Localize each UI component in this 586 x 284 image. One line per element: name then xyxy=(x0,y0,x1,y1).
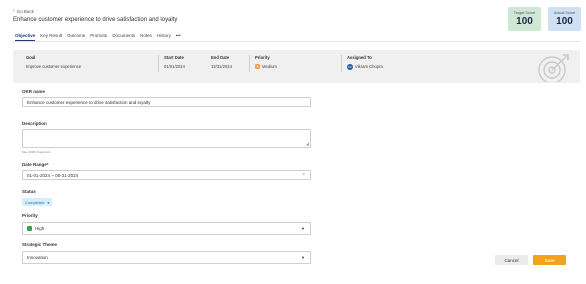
strategic-theme-value: Innovation xyxy=(27,255,48,260)
assigned-to-value: Vikram Chopra xyxy=(355,64,383,70)
description-textarea[interactable]: ◢ xyxy=(22,129,311,148)
go-back-link[interactable]: ‹ Go Back xyxy=(13,8,34,15)
date-range-value: 01-01-2024 ~ 05-31-2024 xyxy=(27,172,79,178)
tab-promote[interactable]: Promote xyxy=(90,33,107,41)
target-icon xyxy=(538,54,569,82)
tab-notes[interactable]: Notes xyxy=(140,33,152,41)
caret-down-icon: ▼ xyxy=(301,226,305,231)
assigned-summary: Assigned To VC Vikram Chopra xyxy=(347,55,383,70)
goal-summary: Goal Improve customer experience xyxy=(26,55,81,69)
status-label: Status xyxy=(22,189,36,194)
priority-field-label: Priority xyxy=(22,213,38,218)
status-value: Completed xyxy=(25,199,45,205)
actual-score-card: Actual Score 100 xyxy=(548,7,581,31)
summary-divider xyxy=(341,55,342,72)
summary-divider xyxy=(158,55,159,72)
okr-form: OKR name Enhance customer experience to … xyxy=(13,84,580,271)
resize-handle-icon[interactable]: ◢ xyxy=(306,142,309,146)
cancel-button[interactable]: Cancel xyxy=(495,255,528,265)
priority-label: Priority xyxy=(255,55,270,60)
end-date-label: End Date xyxy=(211,55,230,60)
priority-summary: Priority ▲ Medium xyxy=(255,55,277,70)
actual-score-value: 100 xyxy=(556,16,573,27)
okr-summary-panel: Goal Improve customer experience Start D… xyxy=(13,50,580,83)
tab-outcome[interactable]: Outcome xyxy=(67,33,85,41)
tab-history[interactable]: History xyxy=(157,33,171,41)
goal-label: Goal xyxy=(26,55,36,60)
goal-value: Improve customer experience xyxy=(26,64,82,69)
clear-icon[interactable]: × xyxy=(302,172,305,178)
priority-value: Medium xyxy=(262,64,277,69)
okr-name-label: OKR name xyxy=(22,89,46,94)
actual-score-label: Actual Score xyxy=(553,11,576,15)
start-date-summary: Start Date 01/01/2024 xyxy=(164,55,185,69)
tab-key-result[interactable]: Key Result xyxy=(40,33,62,41)
tab-bar: Objective Key Result Outcome Promote Doc… xyxy=(15,33,181,41)
chevron-down-icon: ▾ xyxy=(47,199,50,205)
date-range-input[interactable]: 01-01-2024 ~ 05-31-2024 × xyxy=(22,170,311,180)
description-label: Description xyxy=(22,121,47,126)
end-date-summary: End Date 12/31/2024 xyxy=(211,55,232,69)
go-back-label: Go Back xyxy=(16,9,34,14)
summary-divider xyxy=(249,55,250,72)
priority-select[interactable]: High ▼ xyxy=(22,222,311,235)
status-dropdown[interactable]: Completed ▾ xyxy=(22,198,53,206)
target-score-card: Target Score 100 xyxy=(508,7,541,31)
priority-select-value: High xyxy=(35,226,45,231)
save-button[interactable]: Save xyxy=(533,255,566,265)
tab-documents[interactable]: Documents xyxy=(112,33,135,41)
assigned-to-label: Assigned To xyxy=(347,55,372,60)
tab-objective[interactable]: Objective xyxy=(15,33,36,41)
priority-high-icon xyxy=(27,226,32,231)
caret-down-icon: ▼ xyxy=(301,255,305,260)
okr-name-value: Enhance customer experience to drive sat… xyxy=(27,99,151,105)
target-score-label: Target Score xyxy=(513,11,536,15)
start-date-label: Start Date xyxy=(164,55,184,60)
tab-divider xyxy=(13,41,580,42)
date-range-label: Date Range* xyxy=(22,162,49,167)
chevron-left-icon: ‹ xyxy=(13,8,15,14)
description-helper: Max 4000 Characters xyxy=(22,150,51,154)
start-date-value: 01/01/2024 xyxy=(164,64,185,69)
strategic-theme-select[interactable]: Innovation ▼ xyxy=(22,251,311,264)
priority-medium-icon: ▲ xyxy=(255,64,260,70)
target-score-value: 100 xyxy=(516,16,533,27)
strategic-theme-label: Strategic Theme xyxy=(22,242,58,247)
end-date-value: 12/31/2024 xyxy=(211,64,232,69)
more-tabs-button[interactable]: ••• xyxy=(176,33,181,41)
okr-name-input[interactable]: Enhance customer experience to drive sat… xyxy=(22,97,311,107)
avatar: VC xyxy=(347,64,353,70)
page-title: Enhance customer experience to drive sat… xyxy=(13,17,178,23)
